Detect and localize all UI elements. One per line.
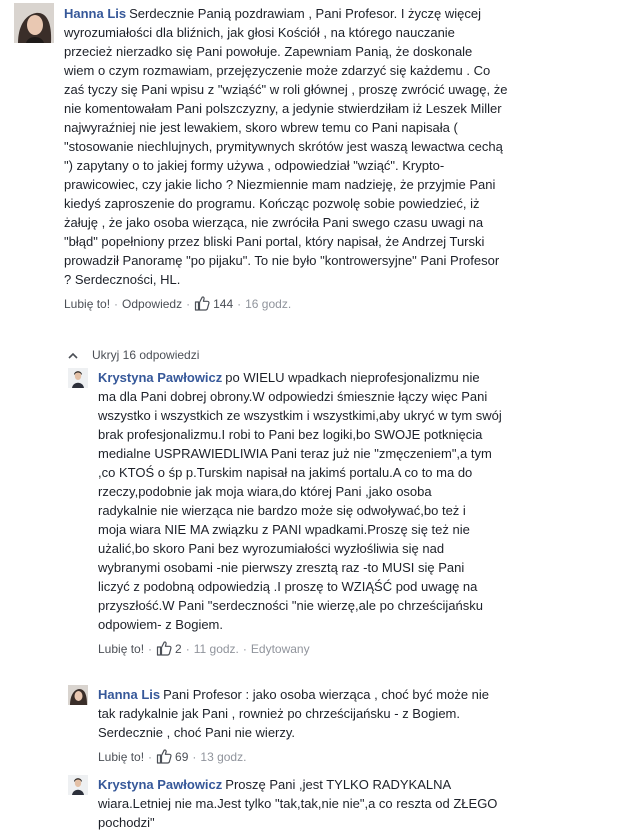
reply-author[interactable]: Krystyna Pawłowicz (98, 370, 222, 385)
edited-label[interactable]: Edytowany (251, 642, 310, 656)
comment-author[interactable]: Hanna Lis (64, 6, 126, 21)
reply-time[interactable]: 13 godz. (200, 750, 246, 764)
reply: Krystyna Pawłowicz Proszę Pani ,jest TYLK… (0, 772, 620, 840)
avatar[interactable] (68, 685, 88, 705)
like-link[interactable]: Lubię to! (98, 642, 144, 656)
comment-text: Serdecznie Panią pozdrawiam , Pani Profe… (64, 6, 508, 287)
like-count[interactable]: 2 (156, 641, 182, 656)
reply-author[interactable]: Krystyna Pawłowicz (98, 777, 222, 792)
avatar[interactable] (68, 368, 88, 388)
comment-actions: Lubię to! · Odpowiedz · 144 · 16 godz. (64, 296, 292, 311)
reply-author[interactable]: Hanna Lis (98, 687, 160, 702)
like-count-value: 69 (175, 750, 189, 764)
like-count[interactable]: 69 (156, 749, 189, 764)
reply: Krystyna Pawłowicz po WIELU wpadkach niep… (0, 366, 620, 676)
like-count-value: 2 (175, 642, 182, 656)
thumbs-up-icon (194, 296, 210, 311)
thumbs-up-icon (156, 749, 172, 764)
reply-content: Krystyna Pawłowicz Proszę Pani ,jest TYLK… (98, 775, 613, 832)
reply-time[interactable]: 11 godz. (194, 642, 239, 656)
like-count-value: 144 (213, 297, 234, 311)
reply-content: Krystyna Pawłowicz po WIELU wpadkach niep… (98, 368, 613, 634)
like-count[interactable]: 144 (194, 296, 234, 311)
hide-replies-label: Ukryj 16 odpowiedzi (92, 348, 200, 362)
reply-link[interactable]: Odpowiedz (122, 297, 182, 311)
reply-text: po WIELU wpadkach nieprofesjonalizmu nie… (98, 370, 502, 632)
like-link[interactable]: Lubię to! (64, 297, 110, 311)
reply-content: Hanna Lis Pani Profesor : jako osoba wier… (98, 685, 613, 742)
hide-replies-toggle[interactable]: Ukryj 16 odpowiedzi (68, 346, 199, 365)
reply: Hanna Lis Pani Profesor : jako osoba wier… (0, 682, 620, 772)
thumbs-up-icon (156, 641, 172, 656)
like-link[interactable]: Lubię to! (98, 750, 144, 764)
comment-time[interactable]: 16 godz. (245, 297, 291, 311)
reply-actions: Lubię to! · 69 · 13 godz. (98, 749, 247, 764)
reply-actions: Lubię to! · 2 · 11 godz. · Edytowany (98, 641, 310, 656)
chevron-up-icon (68, 353, 78, 359)
avatar[interactable] (14, 3, 54, 43)
comment: Hanna Lis Serdecznie Panią pozdrawiam , P… (0, 0, 620, 340)
comment-content: Hanna Lis Serdecznie Panią pozdrawiam , P… (64, 4, 616, 289)
avatar[interactable] (68, 775, 88, 795)
